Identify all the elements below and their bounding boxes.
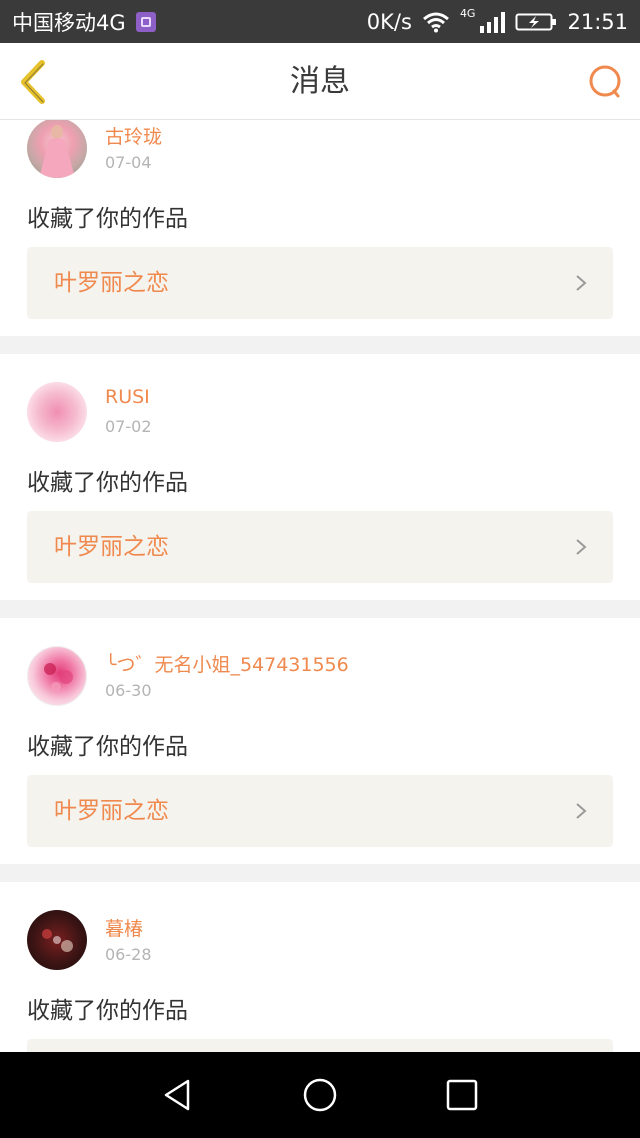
work-link[interactable]	[27, 1039, 613, 1052]
avatar[interactable]	[27, 120, 87, 178]
work-link[interactable]: 叶罗丽之恋	[27, 247, 613, 319]
username[interactable]: 古玲珑	[105, 122, 162, 149]
avatar[interactable]	[27, 910, 87, 970]
network-speed: 0K/s	[366, 9, 412, 34]
network-type-label: 4G	[459, 7, 476, 20]
message-date: 06-30	[105, 681, 152, 700]
username[interactable]: 暮椿	[105, 914, 143, 941]
action-text: 收藏了你的作品	[27, 470, 188, 496]
work-title: 叶罗丽之恋	[54, 534, 169, 560]
clock: 21:51	[567, 9, 628, 34]
sim-icon	[135, 11, 156, 32]
message-card: RUSI 07-02 收藏了你的作品 叶罗丽之恋	[0, 354, 640, 600]
username[interactable]: RUSI	[105, 386, 150, 408]
work-title: 叶罗丽之恋	[54, 270, 169, 296]
message-date: 07-02	[105, 417, 152, 436]
work-link[interactable]: 叶罗丽之恋	[27, 775, 613, 847]
back-triangle-icon[interactable]	[158, 1075, 198, 1115]
chevron-right-icon	[576, 539, 587, 555]
status-bar: 中国移动4G 0K/s 4G 21:51	[0, 0, 640, 43]
message-card: ╰つ゛无名小姐_547431556 06-30 收藏了你的作品 叶罗丽之恋	[0, 618, 640, 864]
avatar-pink-dress-image	[39, 125, 75, 178]
page-title: 消息	[290, 64, 350, 99]
status-right: 0K/s 4G 21:51	[366, 7, 628, 34]
action-text: 收藏了你的作品	[27, 734, 188, 760]
battery-charging-icon	[515, 13, 557, 30]
nav-bar: 消息	[0, 43, 640, 120]
signal-icon	[480, 11, 506, 33]
work-link[interactable]: 叶罗丽之恋	[27, 511, 613, 583]
avatar-dark-red-image	[42, 929, 73, 952]
message-card: 暮椿 06-28 收藏了你的作品	[0, 882, 640, 1052]
work-title: 叶罗丽之恋	[54, 798, 169, 824]
carrier: 中国移动4G	[12, 7, 156, 37]
message-date: 06-28	[105, 945, 152, 964]
action-text: 收藏了你的作品	[27, 998, 188, 1024]
message-card: 古玲珑 07-04 收藏了你的作品 叶罗丽之恋	[0, 120, 640, 336]
chevron-right-icon	[576, 275, 587, 291]
system-nav-bar	[0, 1052, 640, 1138]
carrier-label: 中国移动4G	[12, 10, 126, 35]
avatar[interactable]	[27, 382, 87, 442]
avatar-pink-flowers-image	[44, 663, 73, 692]
action-text: 收藏了你的作品	[27, 206, 188, 232]
home-circle-icon[interactable]	[300, 1075, 340, 1115]
recents-square-icon[interactable]	[442, 1075, 482, 1115]
search-icon[interactable]	[586, 63, 624, 101]
message-date: 07-04	[105, 153, 152, 172]
message-list[interactable]: 古玲珑 07-04 收藏了你的作品 叶罗丽之恋 RUSI 07-02 收藏了你的…	[0, 120, 640, 1052]
avatar[interactable]	[27, 646, 87, 706]
chevron-right-icon	[576, 803, 587, 819]
wifi-icon	[422, 12, 449, 32]
username[interactable]: ╰つ゛无名小姐_547431556	[105, 650, 349, 677]
